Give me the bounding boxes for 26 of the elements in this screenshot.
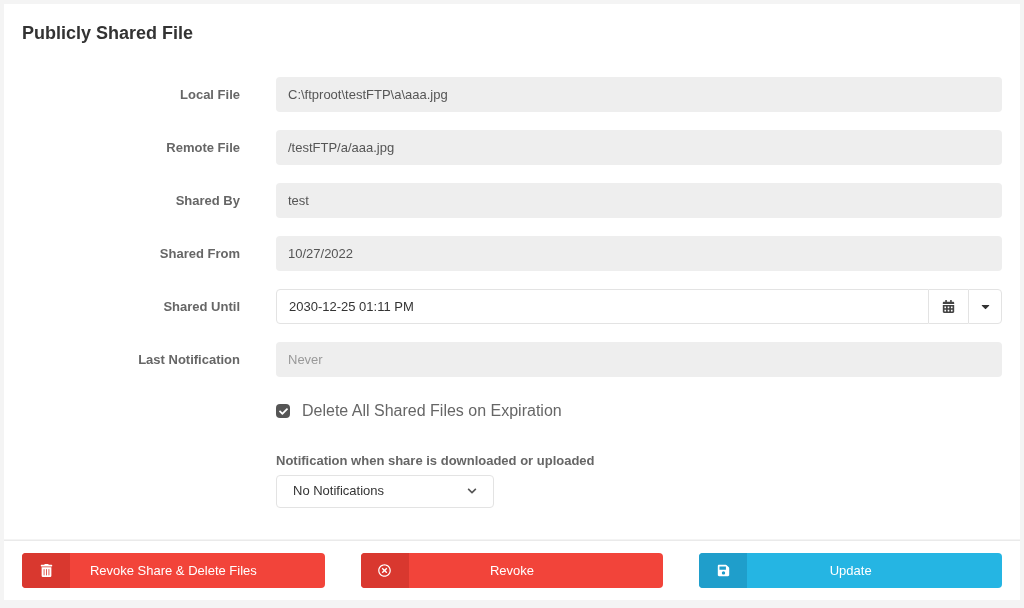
trash-icon [39,564,53,577]
cancel-icon [378,564,392,577]
action-button[interactable]: Revoke [360,553,664,588]
notification-select[interactable]: No Notifications [276,474,494,508]
input-field[interactable]: /testFTP/a/aaa.jpg [276,130,1002,165]
action-button[interactable]: Revoke Share & Delete Files [22,553,325,588]
field-label: Shared From [158,244,240,263]
input-field[interactable]: test [276,183,1002,218]
field-label: Shared By [174,191,240,210]
input-field[interactable]: 2030-12-25 01:11 PM [276,289,929,324]
checkbox-label: Delete All Shared Files on Expiration [302,401,562,421]
select-label: Notification when share is downloaded or uploaded [276,452,595,470]
checkbox[interactable] [276,404,290,418]
calendar-icon [942,300,955,313]
field-label: Last Notification [137,350,240,369]
save-icon [716,564,730,577]
chevron-icon [467,486,477,496]
input-field[interactable]: Never [276,342,1002,377]
panel-title: Publicly Shared File [21,22,195,45]
input-field[interactable]: 10/27/2022 [276,236,1002,271]
field-label: Shared Until [162,297,240,316]
check-icon [278,406,288,416]
field-label: Remote File [165,138,240,157]
input-field[interactable]: C:\ftproot\testFTP\a\aaa.jpg [276,77,1002,112]
field-label: Local File [179,85,240,104]
calendar-button[interactable] [929,289,968,324]
